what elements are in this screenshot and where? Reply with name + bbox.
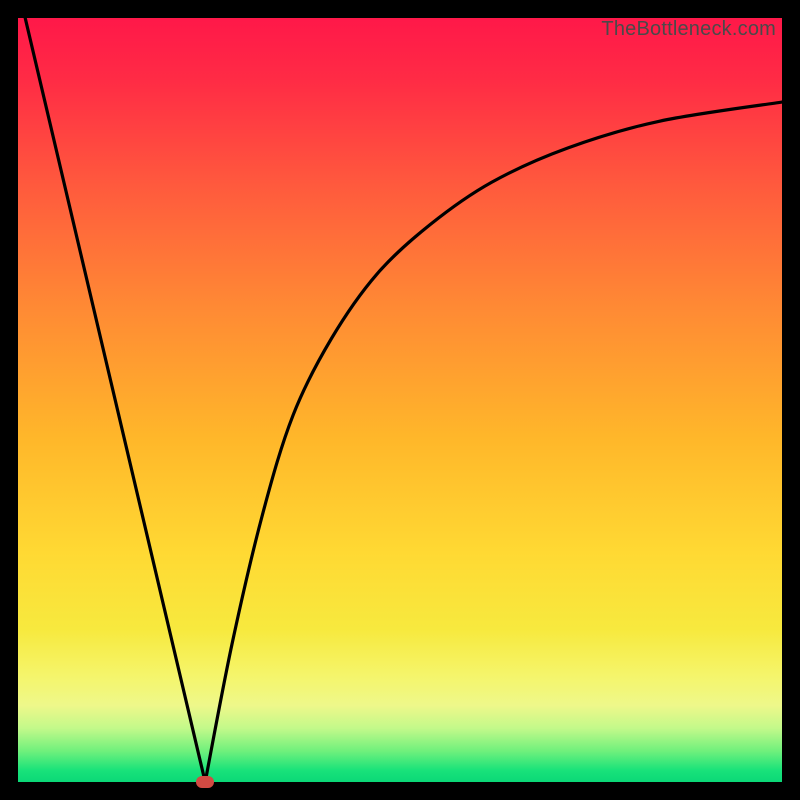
watermark-label: TheBottleneck.com <box>601 18 776 41</box>
curve-path <box>18 18 782 782</box>
bottleneck-curve <box>18 18 782 782</box>
chart-frame: TheBottleneck.com <box>0 0 800 800</box>
plot-area: TheBottleneck.com <box>18 18 782 782</box>
minimum-marker <box>196 776 214 788</box>
